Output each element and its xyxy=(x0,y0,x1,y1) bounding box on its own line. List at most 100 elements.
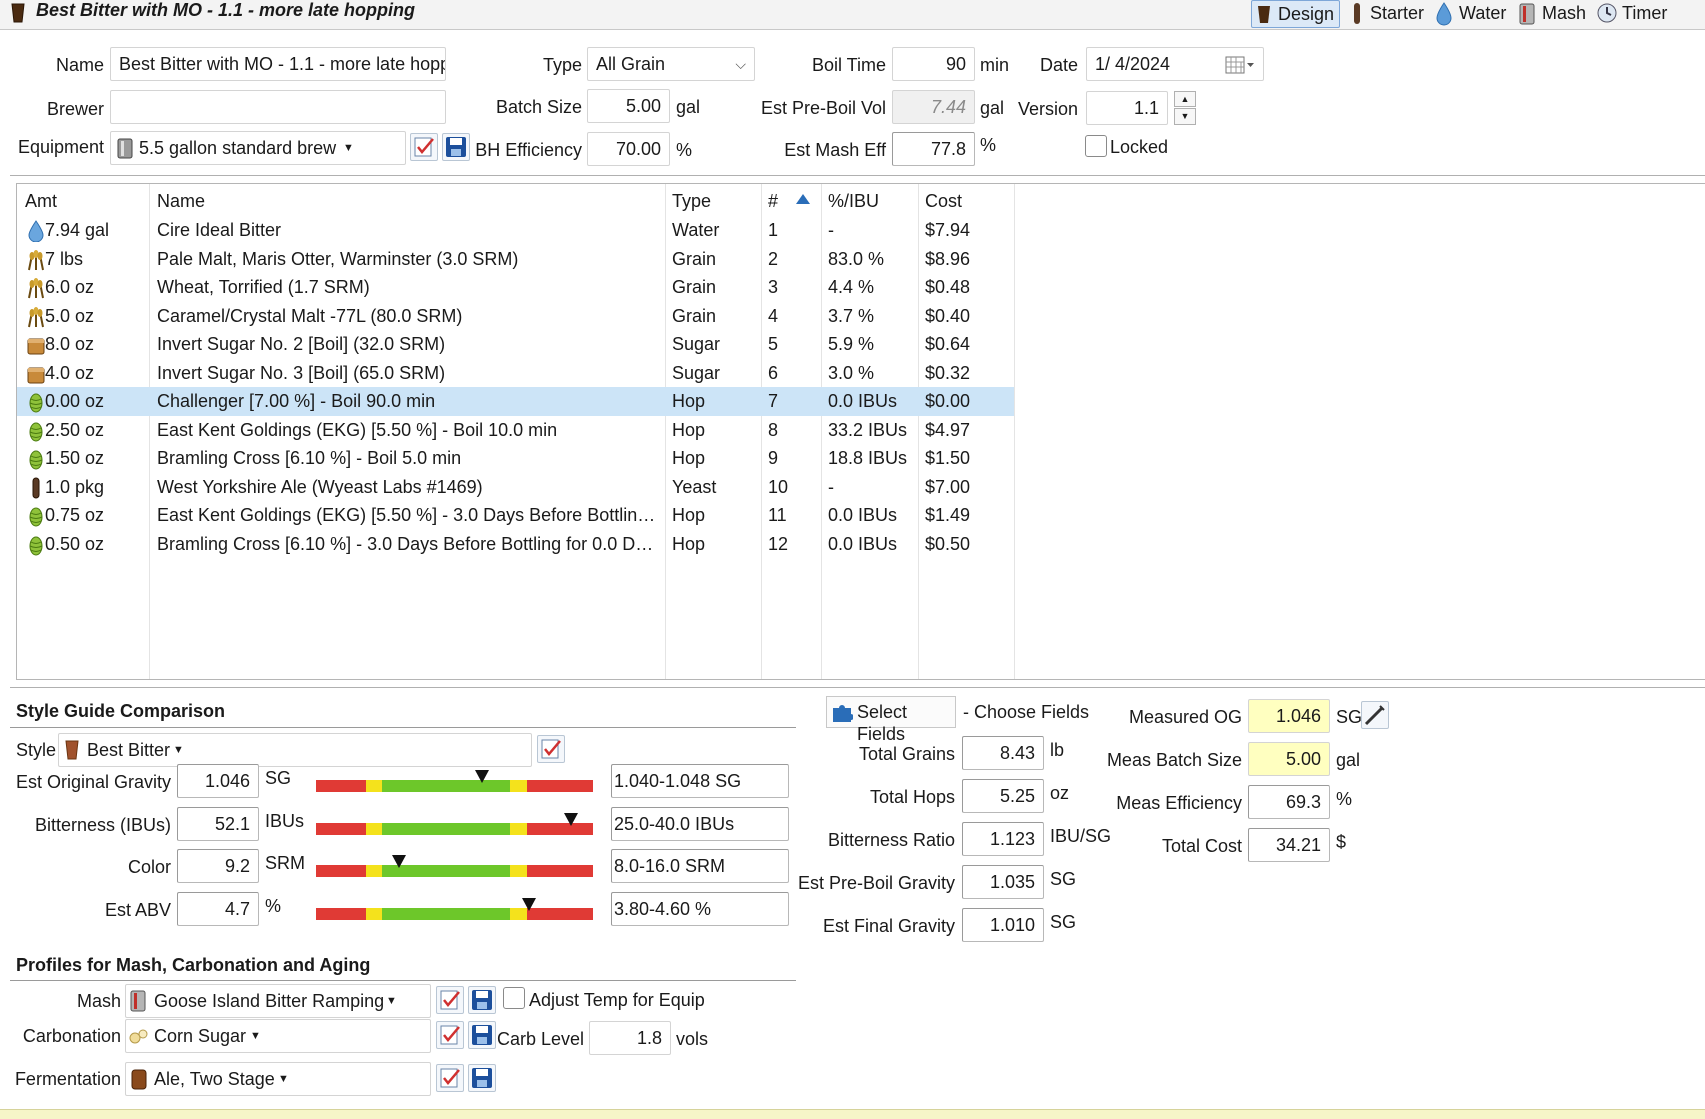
bh-efficiency-input[interactable]: 70.00 xyxy=(587,132,670,166)
name-label: Name xyxy=(55,55,104,75)
edit-equipment-button[interactable] xyxy=(410,133,438,161)
table-row[interactable]: 2.50 oz East Kent Goldings (EKG) [5.50 %]… xyxy=(17,416,1014,445)
stat-unit: SG xyxy=(1050,869,1077,889)
batch-size-label: Batch Size xyxy=(495,97,582,117)
cell-num: 10 xyxy=(768,476,789,497)
style-range-gauge xyxy=(316,812,593,835)
spin-down-icon[interactable]: ▼ xyxy=(1174,108,1196,125)
batch-size-input[interactable]: 5.00 xyxy=(587,89,670,123)
meas-efficiency-unit: % xyxy=(1336,789,1353,809)
table-row[interactable]: 1.50 oz Bramling Cross [6.10 %] - Boil 5.… xyxy=(17,444,1014,473)
edit-mash-button[interactable] xyxy=(436,986,464,1014)
hydrometer-button[interactable] xyxy=(1361,701,1389,729)
pre-boil-vol-label: Est Pre-Boil Vol xyxy=(760,98,886,118)
cell-name: Pale Malt, Maris Otter, Warminster (3.0 … xyxy=(157,248,519,269)
brewer-input[interactable] xyxy=(110,90,446,124)
version-input[interactable]: 1.1 xyxy=(1086,91,1168,125)
sugar-icon xyxy=(27,367,45,383)
ingredient-table[interactable]: Amt Name Type # %/IBU Cost 7.94 gal Cire … xyxy=(16,183,1705,680)
measured-og-input[interactable]: 1.046 xyxy=(1248,699,1330,733)
edit-carbonation-button[interactable] xyxy=(436,1021,464,1049)
mash-profile-dropdown[interactable]: Goose Island Bitter Ramping ▼ xyxy=(125,984,431,1018)
gauge-segment xyxy=(316,822,366,835)
cell-amt: 1.0 pkg xyxy=(45,476,105,497)
column-header-cost[interactable]: Cost xyxy=(925,190,962,212)
cell-pct: 3.0 % xyxy=(828,362,875,383)
cell-num: 11 xyxy=(768,505,787,525)
sort-ascending-icon xyxy=(796,194,810,204)
cell-num: 4 xyxy=(768,305,779,326)
carb-level-input[interactable]: 1.8 xyxy=(589,1021,671,1055)
measured-og-unit: SG xyxy=(1336,707,1363,727)
cell-name: Invert Sugar No. 2 [Boil] (32.0 SRM) xyxy=(157,334,446,354)
style-row-label: Est Original Gravity xyxy=(15,772,171,792)
gauge-marker-icon xyxy=(392,855,407,868)
style-range-value: 3.80-4.60 % xyxy=(611,891,789,926)
gauge-segment xyxy=(382,822,510,835)
equipment-dropdown[interactable]: 5.5 gallon standard brew ▼ xyxy=(110,131,406,165)
gauge-marker-icon xyxy=(522,897,537,911)
table-row[interactable]: 7 lbs Pale Malt, Maris Otter, Warminster … xyxy=(17,245,1014,274)
table-row[interactable]: 5.0 oz Caramel/Crystal Malt -77L (80.0 SR… xyxy=(17,302,1014,331)
date-input[interactable]: 1/ 4/2024 xyxy=(1086,47,1264,81)
recipe-name-input[interactable]: Best Bitter with MO - 1.1 - more late ho… xyxy=(110,47,446,81)
tab-design[interactable]: Design xyxy=(1251,0,1340,28)
carbonation-dropdown[interactable]: Corn Sugar ▼ xyxy=(125,1019,431,1053)
stat-value: 1.035 xyxy=(962,865,1044,899)
tab-water[interactable]: Water xyxy=(1433,0,1523,28)
stat-value: 1.010 xyxy=(962,908,1044,942)
style-dropdown[interactable]: Best Bitter ▼ xyxy=(58,733,532,767)
locked-checkbox[interactable] xyxy=(1085,135,1107,157)
fermentation-dropdown[interactable]: Ale, Two Stage ▼ xyxy=(125,1062,431,1096)
mash-profile-label: Mash xyxy=(76,991,121,1011)
adjust-temp-checkbox[interactable] xyxy=(503,987,525,1009)
table-row[interactable]: 7.94 gal Cire Ideal Bitter Water 1 - $7.94 xyxy=(17,216,1014,245)
meas-efficiency-value: 69.3 xyxy=(1248,785,1330,819)
total-cost-unit: $ xyxy=(1336,832,1347,852)
table-row[interactable]: 4.0 oz Invert Sugar No. 3 [Boil] (65.0 SR… xyxy=(17,359,1014,388)
tab-mash[interactable]: Mash xyxy=(1518,0,1594,28)
calendar-icon[interactable] xyxy=(1225,55,1255,75)
spin-up-icon[interactable]: ▲ xyxy=(1174,91,1196,107)
cell-type: Grain xyxy=(672,248,717,269)
cell-pct: 18.8 IBUs xyxy=(828,448,908,468)
type-dropdown[interactable]: All Grain ⌵ xyxy=(587,47,755,81)
edit-style-button[interactable] xyxy=(537,735,565,763)
table-row[interactable]: 6.0 oz Wheat, Torrified (1.7 SRM) Grain 3 4.… xyxy=(17,273,1014,302)
table-row[interactable]: 0.75 oz East Kent Goldings (EKG) [5.50 %]… xyxy=(17,501,1014,530)
cell-amt: 7.94 gal xyxy=(45,220,110,240)
cell-type: Sugar xyxy=(672,362,721,383)
save-fermentation-button[interactable] xyxy=(468,1064,496,1092)
pre-boil-vol-value: 7.44 xyxy=(892,90,975,124)
save-mash-button[interactable] xyxy=(468,986,496,1014)
batch-size-unit: gal xyxy=(676,97,701,117)
table-row[interactable]: 8.0 oz Invert Sugar No. 2 [Boil] (32.0 SR… xyxy=(17,330,1014,359)
tab-timer[interactable]: Timer xyxy=(1596,0,1682,28)
gauge-marker-icon xyxy=(475,770,490,783)
brew-kettle-icon xyxy=(117,138,133,159)
dropdown-arrow-icon: ▼ xyxy=(250,1030,261,1042)
stat-unit: SG xyxy=(1050,912,1077,932)
gauge-segment xyxy=(526,822,593,835)
select-fields-button[interactable]: Select Fields xyxy=(826,696,956,744)
gauge-segment xyxy=(365,822,383,835)
table-row[interactable]: 1.0 pkg West Yorkshire Ale (Wyeast Labs #… xyxy=(17,473,1014,502)
table-row[interactable]: 0.50 oz Bramling Cross [6.10 %] - 3.0 Day… xyxy=(17,530,1014,559)
edit-fermentation-button[interactable] xyxy=(436,1064,464,1092)
cell-name: Challenger [7.00 %] - Boil 90.0 min xyxy=(157,391,436,411)
column-header-pct-ibu[interactable]: %/IBU xyxy=(828,190,879,212)
meas-batch-size-input[interactable]: 5.00 xyxy=(1248,742,1330,776)
column-header-amt[interactable]: Amt xyxy=(25,190,57,212)
cell-cost: $1.49 xyxy=(925,505,971,525)
version-spinner[interactable]: ▲ ▼ xyxy=(1174,91,1196,125)
style-range-value: 25.0-40.0 IBUs xyxy=(611,806,789,841)
cell-name: Invert Sugar No. 3 [Boil] (65.0 SRM) xyxy=(157,362,446,383)
column-header-name[interactable]: Name xyxy=(157,190,205,212)
column-header-type[interactable]: Type xyxy=(672,190,711,212)
cell-pct: 0.0 IBUs xyxy=(828,391,898,411)
column-header-number[interactable]: # xyxy=(768,190,778,212)
boil-time-input[interactable]: 90 xyxy=(892,47,975,81)
table-row[interactable]: 0.00 oz Challenger [7.00 %] - Boil 90.0 m… xyxy=(17,387,1014,416)
corn-sugar-icon xyxy=(129,1029,148,1044)
style-range-value: 1.040-1.048 SG xyxy=(611,764,789,798)
